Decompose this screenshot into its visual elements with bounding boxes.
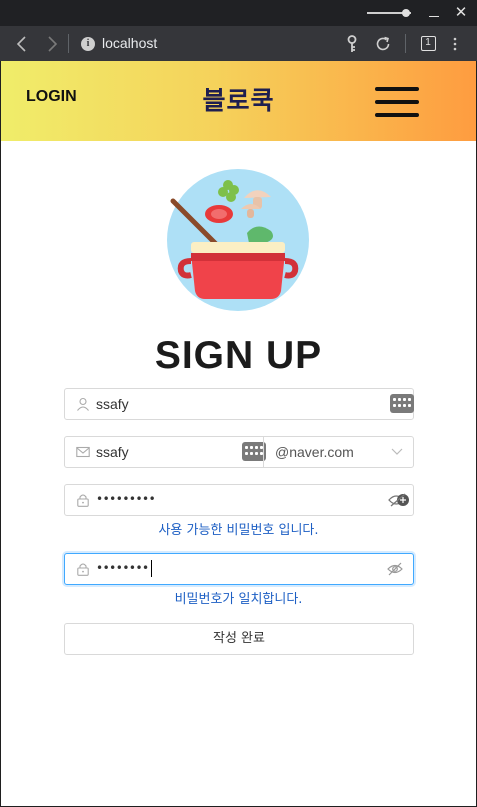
password-confirm-field[interactable]: •••••••• bbox=[64, 553, 414, 585]
email-divider bbox=[263, 437, 264, 467]
top-navbar: LOGIN 블로쿡 bbox=[1, 61, 476, 141]
cooking-pot-logo bbox=[167, 169, 309, 311]
chevron-down-icon[interactable] bbox=[391, 448, 403, 456]
password-manager-icon[interactable] bbox=[390, 394, 414, 413]
submit-button[interactable]: 작성 완료 bbox=[64, 623, 414, 655]
page-viewport: LOGIN 블로쿡 SIGN UP ssafy ssafy @naver.com… bbox=[1, 61, 476, 806]
password-field[interactable]: ••••••••• bbox=[64, 484, 414, 516]
arrow-left-icon bbox=[16, 35, 26, 52]
toolbar-divider bbox=[405, 34, 406, 53]
password-value: ••••••••• bbox=[96, 492, 156, 506]
close-window-button[interactable]: ✕ bbox=[453, 4, 469, 20]
arrow-right-icon bbox=[48, 35, 58, 52]
lock-icon bbox=[77, 563, 89, 576]
email-local-value: ssafy bbox=[96, 444, 129, 460]
address-bar[interactable]: localhost bbox=[102, 26, 157, 61]
lock-icon bbox=[77, 494, 89, 507]
reload-button[interactable] bbox=[372, 26, 394, 61]
text-caret bbox=[150, 560, 152, 577]
key-icon bbox=[347, 34, 357, 52]
back-button[interactable] bbox=[12, 26, 32, 61]
username-field[interactable]: ssafy bbox=[64, 388, 414, 420]
eye-invisible-icon[interactable] bbox=[387, 562, 403, 576]
browser-menu-button[interactable] bbox=[448, 26, 462, 61]
password-confirm-value: •••••••• bbox=[96, 554, 152, 584]
info-icon: i bbox=[81, 36, 95, 51]
minimize-button[interactable] bbox=[429, 16, 439, 17]
forward-button[interactable] bbox=[42, 26, 62, 61]
kebab-menu-icon bbox=[453, 37, 457, 50]
reload-icon bbox=[376, 36, 390, 50]
password-key-button[interactable] bbox=[343, 26, 361, 61]
password-manager-key-icon[interactable] bbox=[388, 492, 412, 508]
password-confirm-hint: 비밀번호가 일치합니다. bbox=[174, 592, 303, 607]
tab-switcher-button[interactable]: 1 bbox=[418, 26, 438, 61]
site-info-button[interactable]: i bbox=[80, 26, 96, 61]
hamburger-menu-icon[interactable] bbox=[375, 87, 419, 117]
page-title: SIGN UP bbox=[154, 334, 323, 377]
zoom-slider-handle[interactable] bbox=[402, 9, 410, 17]
email-domain-select[interactable]: @naver.com bbox=[275, 437, 354, 467]
browser-toolbar: i localhost 1 bbox=[0, 26, 477, 61]
toolbar-divider bbox=[68, 34, 69, 53]
username-value: ssafy bbox=[96, 396, 129, 412]
user-icon bbox=[77, 397, 89, 411]
tab-count: 1 bbox=[420, 36, 436, 51]
window-titlebar: ✕ bbox=[0, 0, 477, 26]
email-field[interactable]: ssafy @naver.com bbox=[64, 436, 414, 468]
mail-icon bbox=[76, 446, 90, 458]
password-hint: 사용 가능한 비밀번호 입니다. bbox=[158, 523, 319, 538]
